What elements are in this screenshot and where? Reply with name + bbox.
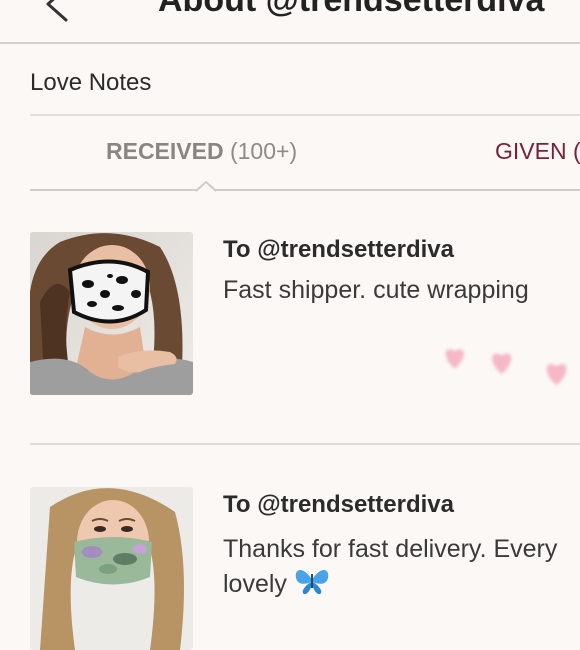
tab-indicator-caret-icon — [196, 181, 216, 192]
note-text: Thanks for fast delivery. Every lovely — [223, 533, 580, 601]
butterfly-icon — [295, 570, 329, 595]
leopard-print-mask-photo[interactable] — [30, 232, 193, 395]
divider — [30, 114, 580, 116]
note-text-line-1: Thanks for fast delivery. Every — [223, 535, 558, 563]
note-text-line-2: lovely — [223, 570, 287, 598]
tab-received[interactable]: RECEIVED (100+) — [106, 138, 297, 165]
note-text: Fast shipper. cute wrapping — [223, 276, 529, 304]
top-bar: About @trendsetterdiva — [0, 0, 580, 44]
tabs-underline — [30, 189, 580, 191]
tab-given[interactable]: GIVEN ( — [495, 138, 580, 165]
note-recipient[interactable]: To @trendsetterdiva — [223, 236, 454, 264]
note-recipient[interactable]: To @trendsetterdiva — [223, 491, 454, 519]
tab-received-label: RECEIVED — [106, 138, 224, 164]
chevron-left-icon — [46, 0, 68, 22]
divider — [30, 443, 580, 445]
tab-given-label: GIVEN ( — [495, 138, 580, 164]
hearts-icon — [445, 349, 567, 386]
camo-mask-photo[interactable] — [30, 487, 193, 650]
section-title: Love Notes — [30, 69, 152, 96]
back-button[interactable] — [38, 0, 78, 26]
page-title: About @trendsetterdiva — [158, 0, 545, 19]
tab-received-count: (100+) — [229, 138, 298, 164]
